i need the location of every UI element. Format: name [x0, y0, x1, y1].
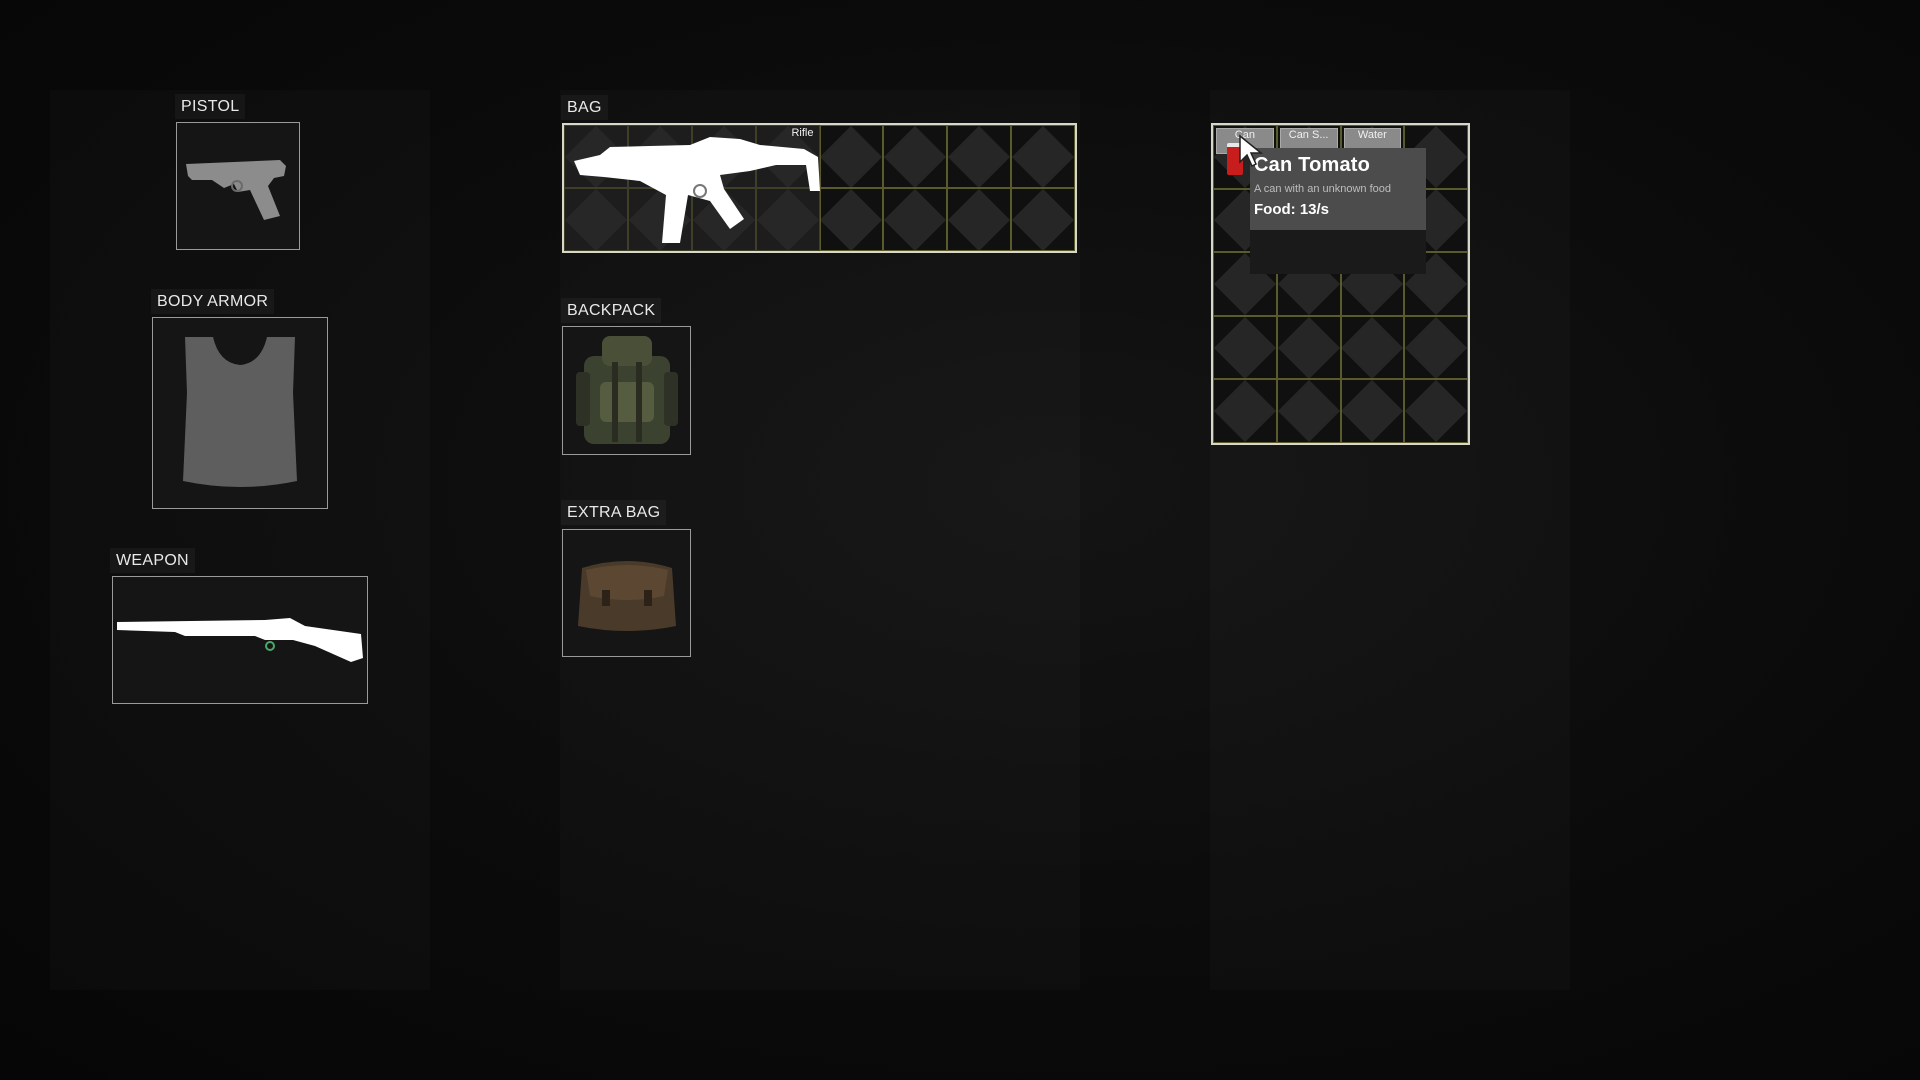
inventory-cell[interactable]	[1404, 379, 1468, 443]
backpack-slot-label: BACKPACK	[561, 298, 662, 323]
extra-bag-slot[interactable]	[562, 529, 691, 657]
tooltip-description: A can with an unknown food	[1254, 183, 1391, 195]
backpack-slot[interactable]	[562, 326, 691, 455]
cell-diamond-pattern	[884, 189, 947, 250]
cell-diamond-pattern	[1277, 316, 1340, 379]
body-armor-icon	[183, 337, 297, 487]
weapon-slot[interactable]	[112, 576, 368, 704]
cell-diamond-pattern	[1213, 380, 1276, 442]
cell-diamond-pattern	[884, 126, 947, 187]
pistol-icon	[186, 160, 286, 220]
mouse-cursor-icon	[1239, 134, 1264, 168]
inventory-cell[interactable]	[947, 188, 1012, 251]
inventory-cell[interactable]	[1011, 125, 1075, 188]
bag-item-rifle-label: Rifle	[791, 127, 814, 139]
inventory-cell[interactable]	[947, 125, 1012, 188]
cell-diamond-pattern	[948, 189, 1011, 250]
cell-diamond-pattern	[1012, 189, 1075, 250]
shotgun-icon	[117, 618, 363, 662]
container-item-label: Water	[1357, 129, 1387, 141]
inventory-cell[interactable]	[883, 125, 948, 188]
body-armor-slot[interactable]	[152, 317, 328, 509]
inventory-cell[interactable]	[1213, 379, 1277, 443]
tooltip-title: Can Tomato	[1254, 154, 1371, 176]
inventory-cell[interactable]	[1276, 315, 1341, 380]
inventory-cell[interactable]	[1213, 315, 1277, 380]
cell-diamond-pattern	[1405, 380, 1468, 442]
satchel-icon	[577, 561, 676, 631]
pistol-slot-label: PISTOL	[175, 94, 246, 119]
bag-grid[interactable]: Rifle	[562, 123, 1077, 253]
extra-bag-slot-label: EXTRA BAG	[561, 500, 667, 525]
container-item-label: Can S...	[1288, 129, 1329, 141]
cell-diamond-pattern	[1213, 316, 1276, 379]
pistol-slot[interactable]	[176, 122, 300, 250]
inventory-cell[interactable]	[1011, 188, 1075, 251]
cell-diamond-pattern	[1277, 380, 1340, 442]
inventory-cell[interactable]	[1340, 315, 1405, 380]
inventory-cell[interactable]	[1276, 379, 1341, 443]
cell-diamond-pattern	[1405, 316, 1468, 379]
bag-slot-label: BAG	[561, 95, 608, 120]
cell-diamond-pattern	[1341, 380, 1404, 442]
item-tooltip: Can Tomato A can with an unknown food Fo…	[1250, 148, 1426, 274]
cell-diamond-pattern	[948, 126, 1011, 187]
body-armor-slot-label: BODY ARMOR	[151, 289, 275, 314]
tooltip-stat: Food: 13/s	[1254, 201, 1330, 218]
inventory-cell[interactable]	[1340, 379, 1405, 443]
bag-item-rifle[interactable]: Rifle	[564, 125, 820, 251]
rifle-icon	[574, 137, 820, 243]
backpack-icon	[575, 335, 678, 444]
cell-diamond-pattern	[1341, 316, 1404, 379]
inventory-cell[interactable]	[883, 188, 948, 251]
inventory-cell[interactable]	[1404, 315, 1468, 380]
cell-diamond-pattern	[1012, 126, 1075, 187]
weapon-slot-label: WEAPON	[110, 548, 195, 573]
